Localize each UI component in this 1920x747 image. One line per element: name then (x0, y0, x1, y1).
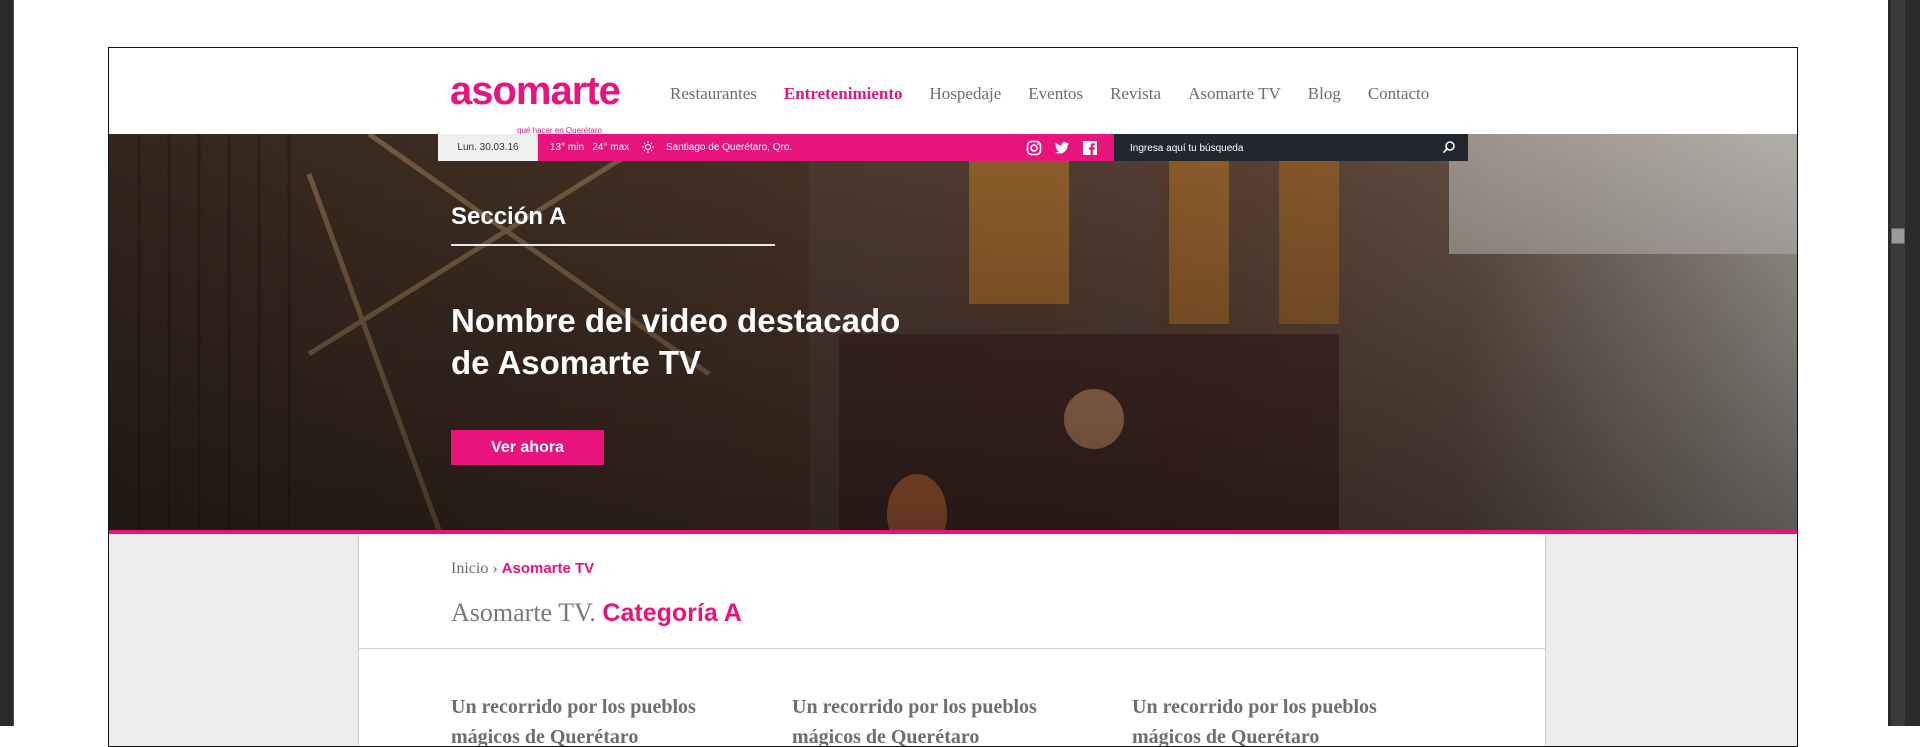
video-card-title[interactable]: Un recorrido por los pueblos mágicos de … (792, 692, 1082, 746)
hero-background-image (109, 134, 1797, 530)
nav-item-eventos[interactable]: Eventos (1028, 84, 1083, 104)
twitter-icon[interactable] (1054, 140, 1070, 156)
breadcrumb-separator: › (492, 560, 498, 577)
page-frame: asomarte qué hacer en Querétaro Restaura… (108, 47, 1798, 747)
window-left-edge (0, 0, 14, 726)
breadcrumb-home[interactable]: Inicio (451, 560, 488, 577)
nav-item-hospedaje[interactable]: Hospedaje (930, 84, 1002, 104)
nav-item-blog[interactable]: Blog (1308, 84, 1341, 104)
watch-now-button[interactable]: Ver ahora (451, 430, 604, 465)
weather-bar: 13° min 24° max Santiago de Querétaro, Q… (538, 134, 1114, 161)
city-label: Santiago de Querétaro, Qro. (666, 142, 793, 153)
video-card-title[interactable]: Un recorrido por los pueblos mágicos de … (1132, 692, 1422, 746)
nav-item-restaurantes[interactable]: Restaurantes (670, 84, 757, 104)
logo-wordmark: asomarte (450, 69, 621, 113)
info-bar: Lun. 30.03.16 13° min 24° max Santiago d… (438, 134, 1468, 163)
nav-item-asomarte-tv[interactable]: Asomarte TV (1188, 84, 1281, 104)
video-card-title[interactable]: Un recorrido por los pueblos mágicos de … (451, 692, 741, 746)
breadcrumb: Inicio › Asomarte TV (451, 560, 594, 578)
instagram-icon[interactable] (1026, 140, 1042, 156)
current-date: Lun. 30.03.16 (438, 134, 538, 161)
scrollbar-track[interactable] (1891, 0, 1905, 726)
logo[interactable]: asomarte qué hacer en Querétaro (450, 69, 621, 135)
search-input[interactable] (1128, 134, 1432, 163)
nav-item-contacto[interactable]: Contacto (1368, 84, 1429, 104)
page-title-prefix: Asomarte TV. (451, 598, 596, 627)
social-links (1026, 140, 1098, 156)
site-header: asomarte qué hacer en Querétaro Restaura… (109, 48, 1797, 135)
section-divider (359, 648, 1545, 649)
page-title: Asomarte TV. Categoría A (451, 598, 742, 628)
hero-title: Nombre del video destacado de Asomarte T… (451, 302, 901, 381)
main-nav: Restaurantes Entretenimiento Hospedaje E… (670, 84, 1456, 104)
scrollbar-thumb[interactable] (1891, 228, 1905, 244)
page-title-category: Categoría A (602, 599, 742, 627)
facebook-icon[interactable] (1082, 140, 1098, 156)
search-box (1114, 134, 1468, 163)
breadcrumb-current: Asomarte TV (501, 560, 595, 577)
temperature-readout: 13° min 24° max (550, 142, 630, 153)
nav-item-revista[interactable]: Revista (1110, 84, 1161, 104)
hero-section-label: Sección A (451, 203, 567, 230)
sun-icon (642, 141, 654, 153)
hero-section-underline (451, 244, 775, 246)
hero-banner (109, 134, 1797, 530)
search-icon[interactable] (1442, 140, 1456, 154)
nav-item-entretenimiento[interactable]: Entretenimiento (784, 84, 903, 104)
